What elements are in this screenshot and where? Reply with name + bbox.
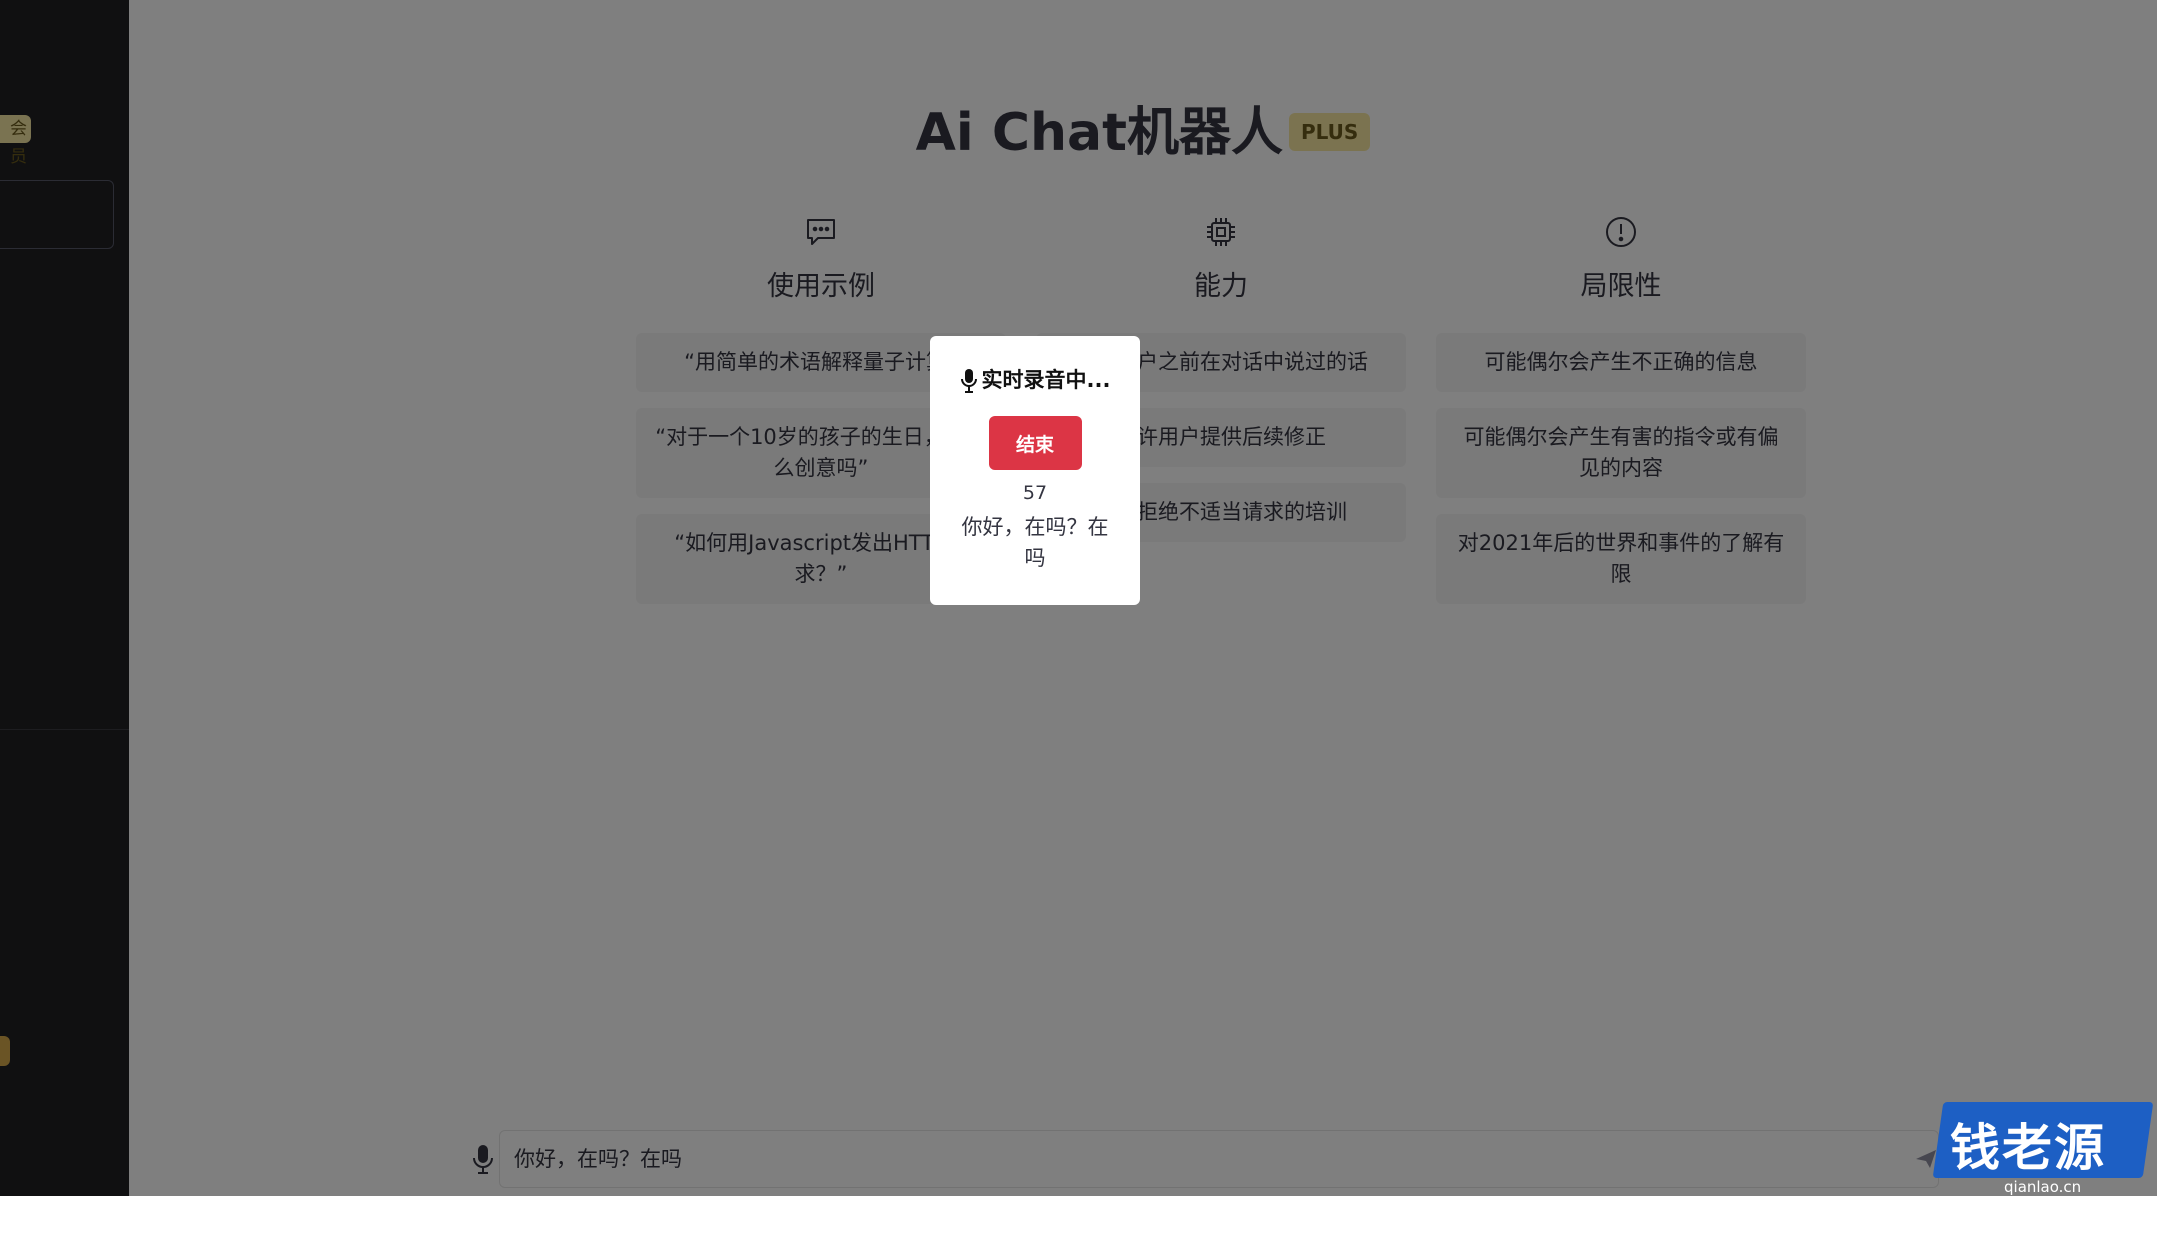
microphone-icon bbox=[960, 369, 977, 393]
end-recording-button[interactable]: 结束 bbox=[988, 416, 1082, 470]
recording-title: 实时录音中... bbox=[981, 368, 1111, 392]
watermark-logo: 钱老源码 qianlao.cn bbox=[1930, 1088, 2157, 1249]
watermark-sub: qianlao.cn bbox=[2004, 1178, 2082, 1196]
recording-transcript: 你好，在吗？在吗 bbox=[961, 515, 1109, 570]
recording-modal: 实时录音中... 结束 57 你好，在吗？在吗 bbox=[930, 336, 1140, 605]
recording-counter: 57 bbox=[1022, 482, 1048, 504]
recording-header: 实时录音中... bbox=[930, 364, 1140, 394]
